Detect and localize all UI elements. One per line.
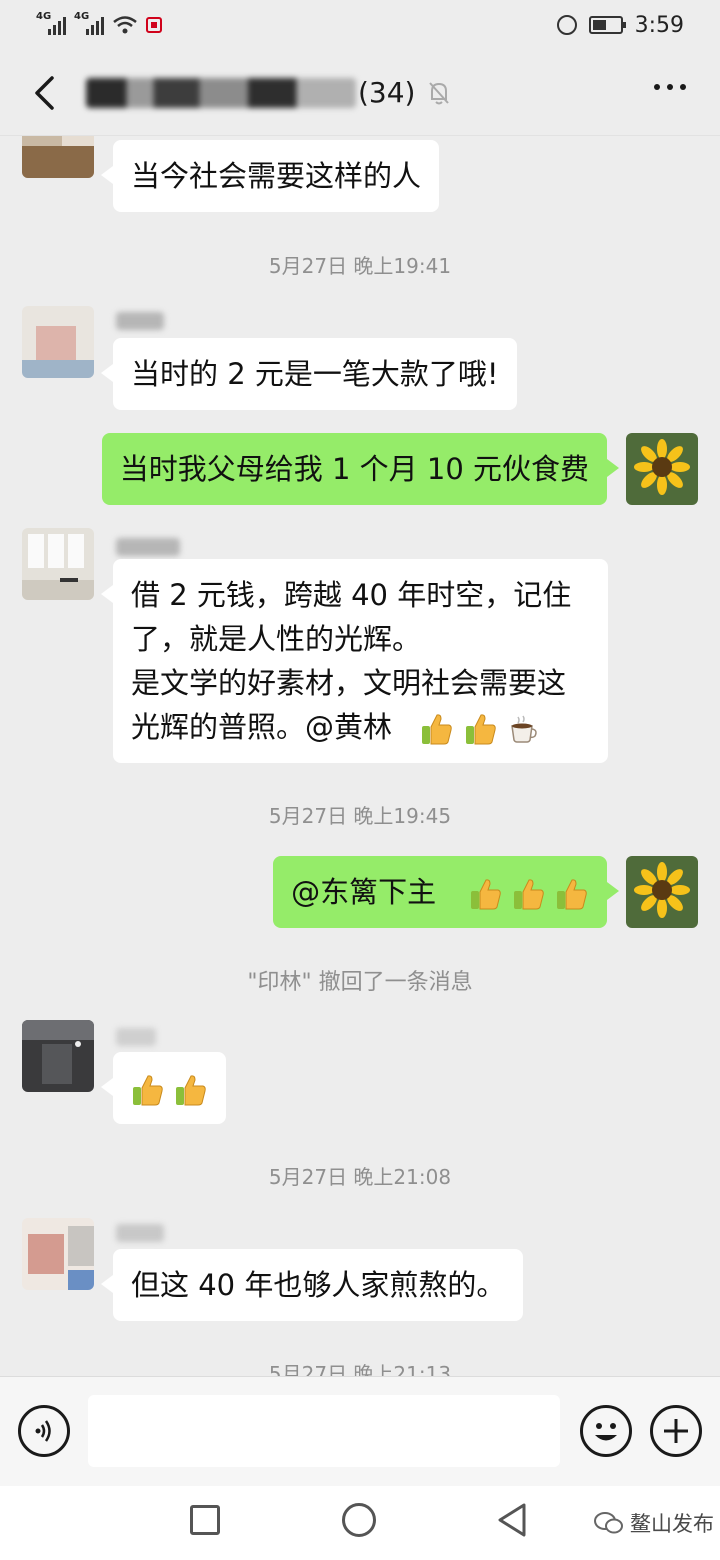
input-bar [0,1376,720,1486]
thumbs-up-emoji [470,879,501,910]
wifi-icon [113,16,137,34]
message-text-line: 光辉的普照。@黄林 [131,710,393,744]
chat-title[interactable]: (34) [86,76,451,109]
avatar[interactable] [22,136,94,178]
timestamp: 5月27日 晚上19:41 [268,254,452,278]
message-text-line: 是文学的好素材，文明社会需要这 [131,666,567,700]
status-right: 3:59 [556,12,684,38]
more-actions-button[interactable] [650,1405,702,1457]
recall-notice: "印林" 撤回了一条消息 [247,970,473,995]
message-bubble[interactable]: 但这 40 年也够人家煎熬的。 [100,1249,524,1321]
message-text: 当时我父母给我 1 个月 10 元伙食费 [119,452,589,486]
avatar[interactable] [22,1020,94,1092]
chat-header: (34) [0,50,720,136]
thumbs-up-emoji [176,1075,206,1106]
cell-signal-2-icon: 4G [74,11,104,35]
message-text: 当时的 2 元是一笔大款了哦! [131,357,499,391]
timestamp: 5月27日 晚上21:08 [268,1165,452,1189]
message-text: 当今社会需要这样的人 [131,159,422,193]
plus-icon [664,1419,688,1443]
thumbs-up-emoji [422,714,453,745]
blurred-group-name [86,77,356,108]
sent-message-bubble[interactable]: @东篱下主 [273,856,619,928]
recent-apps-button[interactable] [190,1505,220,1535]
back-button[interactable] [24,73,64,113]
alarm-icon [556,15,577,35]
status-bar: 4G 4G 3:59 [0,0,720,50]
thumbs-up-emoji [557,879,587,910]
sender-name [116,312,164,330]
status-time: 3:59 [634,12,684,38]
avatar[interactable] [22,528,94,600]
coffee-emoji [511,715,537,743]
message-bubble[interactable] [100,1052,227,1124]
message-text-line: 了，就是人性的光辉。 [131,622,422,656]
network-type-2: 4G [74,11,90,22]
chevron-left-icon [35,75,54,110]
more-dots-icon[interactable] [654,84,686,90]
timestamp: 5月27日 晚上21:13 [268,1362,452,1376]
status-left: 4G 4G [36,11,162,35]
thumbs-up-emoji [133,1075,163,1106]
watermark: 鳌山发布 [594,1508,714,1538]
avatar[interactable] [22,1218,94,1290]
chat-messages[interactable]: 当今社会需要这样的人 5月27日 晚上19:41 当时的 2 元是一笔大款了哦!… [0,136,720,1376]
emoji-button[interactable] [580,1405,632,1457]
message-bubble[interactable]: 当今社会需要这样的人 [100,140,440,212]
smiley-icon [595,1423,617,1441]
sender-name [116,1224,164,1242]
sent-message-bubble[interactable]: 当时我父母给我 1 个月 10 元伙食费 [101,433,620,505]
group-member-count: (34) [358,76,416,109]
network-type-1: 4G [36,11,52,22]
voice-input-button[interactable] [18,1405,70,1457]
thumbs-up-emoji [513,879,544,910]
system-nav-bar: 鳌山发布 [0,1486,720,1560]
message-text: @东篱下主 [291,875,437,909]
sunflower-avatar[interactable] [626,433,698,505]
thumbs-up-emoji [465,714,496,745]
message-input[interactable] [88,1395,560,1467]
watermark-text: 鳌山发布 [630,1512,714,1536]
message-text-line: 借 2 元钱，跨越 40 年时空，记住 [131,578,572,612]
wechat-logo-icon [594,1512,623,1534]
timestamp: 5月27日 晚上19:45 [268,804,452,828]
sender-name [116,538,180,556]
sender-name [116,1028,156,1046]
battery-icon [588,16,626,34]
nav-back-button[interactable] [496,1502,528,1538]
bell-off-icon [429,81,450,104]
message-text: 但这 40 年也够人家煎熬的。 [131,1268,506,1302]
cell-signal-1-icon: 4G [36,11,66,35]
message-bubble[interactable]: 借 2 元钱，跨越 40 年时空，记住 了，就是人性的光辉。 是文学的好素材，文… [101,559,608,763]
sunflower-avatar[interactable] [626,856,698,928]
avatar[interactable] [22,306,94,378]
notification-icon [146,17,162,33]
message-bubble[interactable]: 当时的 2 元是一笔大款了哦! [101,338,517,410]
voice-icon [35,1420,51,1442]
battery-fill [592,20,606,30]
home-button[interactable] [342,1503,376,1537]
